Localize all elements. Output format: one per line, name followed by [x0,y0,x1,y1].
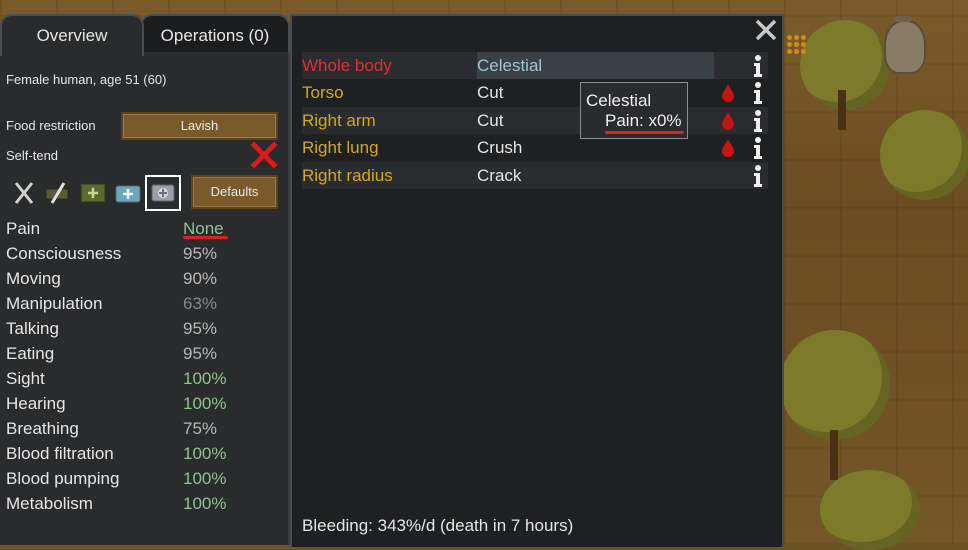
tree [820,470,920,550]
capacity-label-blood-filtration: Blood filtration [6,444,114,463]
capacity-value-hearing: 100% [183,394,227,413]
capacity-value-eating: 95% [183,344,218,363]
body-part-label: Right arm [302,111,376,130]
pawn-description: Female human, age 51 (60) [6,72,167,87]
hediff-row[interactable]: Right arm Cut [302,107,768,134]
capacity-value-consciousness: 95% [183,244,218,263]
capacity-label-consciousness: Consciousness [6,244,122,263]
capacity-label-moving: Moving [6,269,61,288]
hediff-tooltip: Celestial Pain: x0% [580,82,688,139]
capacity-label-blood-pumping: Blood pumping [6,469,120,488]
capacity-label-hearing: Hearing [6,394,66,413]
tooltip-pain-factor: Pain: x0% [605,111,682,130]
capacity-label-breathing: Breathing [6,419,79,438]
info-icon[interactable] [752,137,764,159]
capacity-value-manipulation: 63% [183,294,218,313]
close-icon[interactable] [754,18,778,42]
capacity-label-talking: Talking [6,319,59,338]
bleeding-icon [722,112,734,130]
capacity-value-metabolism: 100% [183,494,227,513]
hediff-label: Cut [477,111,504,130]
capacity-label-manipulation: Manipulation [6,294,103,313]
no-care-icon[interactable] [12,180,36,206]
capacity-value-talking: 95% [183,319,218,338]
no-meds-icon[interactable] [44,180,72,206]
capacity-label-sight: Sight [6,369,45,388]
hediff-row[interactable]: Right lung Crush [302,134,768,161]
defaults-button[interactable]: Defaults [191,175,278,209]
hediff-row[interactable]: Right radius Crack [302,162,768,189]
tab-overview[interactable]: Overview [0,14,144,56]
tree-trunk [830,430,838,480]
capacity-value-breathing: 75% [183,419,218,438]
capacity-value-blood-pumping: 100% [183,469,227,488]
bleeding-status: Bleeding: 343%/d (death in 7 hours) [302,516,574,535]
glitterworld-medicine-icon[interactable] [150,180,176,206]
info-icon[interactable] [752,82,764,104]
hediff-label: Crack [477,166,522,185]
capacity-value-moving: 90% [183,269,218,288]
herbal-medicine-icon[interactable] [78,179,108,207]
info-icon[interactable] [752,55,764,77]
body-part-label: Right radius [302,166,393,185]
tree [780,330,890,440]
bleeding-icon [722,84,734,102]
bleeding-icon [722,139,734,157]
hediff-label: Crush [477,138,523,157]
info-icon[interactable] [752,165,764,187]
tree [880,110,968,200]
berry-bush [786,34,806,54]
body-part-label: Torso [302,83,344,102]
body-part-label: Right lung [302,138,379,157]
self-tend-label: Self-tend [6,148,59,163]
capacity-value-blood-filtration: 100% [183,444,227,463]
hediff-label: Celestial [477,56,543,75]
self-tend-off-icon[interactable] [250,141,278,169]
hediff-row[interactable]: Torso Cut [302,79,768,106]
tree-trunk [838,90,846,130]
urn [884,16,926,74]
capacity-label-metabolism: Metabolism [6,494,93,513]
annotation-underline [605,131,684,134]
hediff-row[interactable]: Whole body Celestial [302,52,768,79]
tooltip-title: Celestial [586,91,652,110]
info-icon[interactable] [752,110,764,132]
industrial-medicine-icon[interactable] [113,179,143,207]
capacity-label-pain: Pain [6,219,41,238]
food-restriction-label: Food restriction [6,118,96,133]
tab-operations[interactable]: Operations (0) [140,14,290,56]
body-part-label: Whole body [302,56,392,75]
capacity-value-sight: 100% [183,369,227,388]
annotation-underline [183,236,228,239]
hediff-label: Cut [477,83,504,102]
food-restriction-dropdown[interactable]: Lavish [121,112,278,140]
capacity-label-eating: Eating [6,344,55,363]
